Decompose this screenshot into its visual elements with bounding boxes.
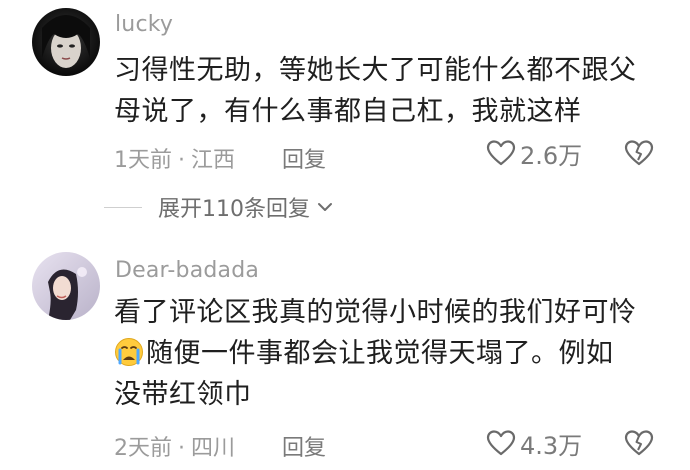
heart-outline-icon (486, 430, 516, 456)
comment-item: Dear-badada 看了评论区我真的觉得小时候的我们好可怜 随便一件事都会让… (0, 240, 690, 470)
comment-location: 四川 (191, 436, 236, 461)
username[interactable]: Dear-badada (115, 258, 259, 283)
comment-text-line: 没带红领巾 (114, 379, 252, 410)
comment-item: lucky 习得性无助，等她长大了可能什么都不跟父 母说了，有什么事都自己杠，我… (0, 0, 690, 190)
comment-text-span: 随便一件事都会让我觉得天塌了。例如 (146, 338, 614, 369)
comment-time: 1天前 (114, 148, 172, 173)
broken-heart-icon (624, 430, 654, 456)
comment-text-line: 看了评论区我真的觉得小时候的我们好可怜 (114, 297, 637, 328)
comment-meta: 2天前 · 四川 (114, 430, 235, 462)
username[interactable]: lucky (115, 12, 173, 37)
dislike-button[interactable] (624, 138, 654, 168)
comment-meta: 1天前 · 江西 (114, 142, 235, 174)
like-button[interactable]: 2.6万 (486, 136, 582, 170)
avatar[interactable] (32, 252, 100, 320)
comment-text-line: 随便一件事都会让我觉得天塌了。例如 (114, 333, 674, 374)
chevron-down-icon (318, 203, 332, 211)
expand-replies-label: 展开110条回复 (158, 197, 310, 222)
broken-heart-icon (624, 140, 654, 166)
dislike-button[interactable] (624, 428, 654, 458)
heart-outline-icon (486, 140, 516, 166)
comment-location: 江西 (191, 148, 236, 173)
comment-text: 看了评论区我真的觉得小时候的我们好可怜 随便一件事都会让我觉得天塌了。例如 没带… (114, 292, 674, 415)
like-count: 2.6万 (520, 141, 583, 170)
separator-dot: · (178, 436, 185, 461)
avatar[interactable] (32, 8, 100, 76)
reply-button[interactable]: 回复 (282, 142, 326, 174)
reply-button[interactable]: 回复 (282, 430, 326, 462)
expand-replies-button[interactable]: 展开110条回复 (104, 192, 334, 222)
like-count: 4.3万 (520, 431, 583, 460)
separator-dot: · (178, 148, 185, 173)
crying-face-emoji (114, 337, 144, 367)
comment-text-line: 母说了，有什么事都自己杠，我就这样 (114, 96, 582, 127)
divider-line (104, 206, 142, 208)
comment-time: 2天前 (114, 436, 172, 461)
comment-text-line: 习得性无助，等她长大了可能什么都不跟父 (114, 55, 637, 86)
comment-text: 习得性无助，等她长大了可能什么都不跟父 母说了，有什么事都自己杠，我就这样 (114, 50, 674, 132)
like-button[interactable]: 4.3万 (486, 426, 582, 460)
